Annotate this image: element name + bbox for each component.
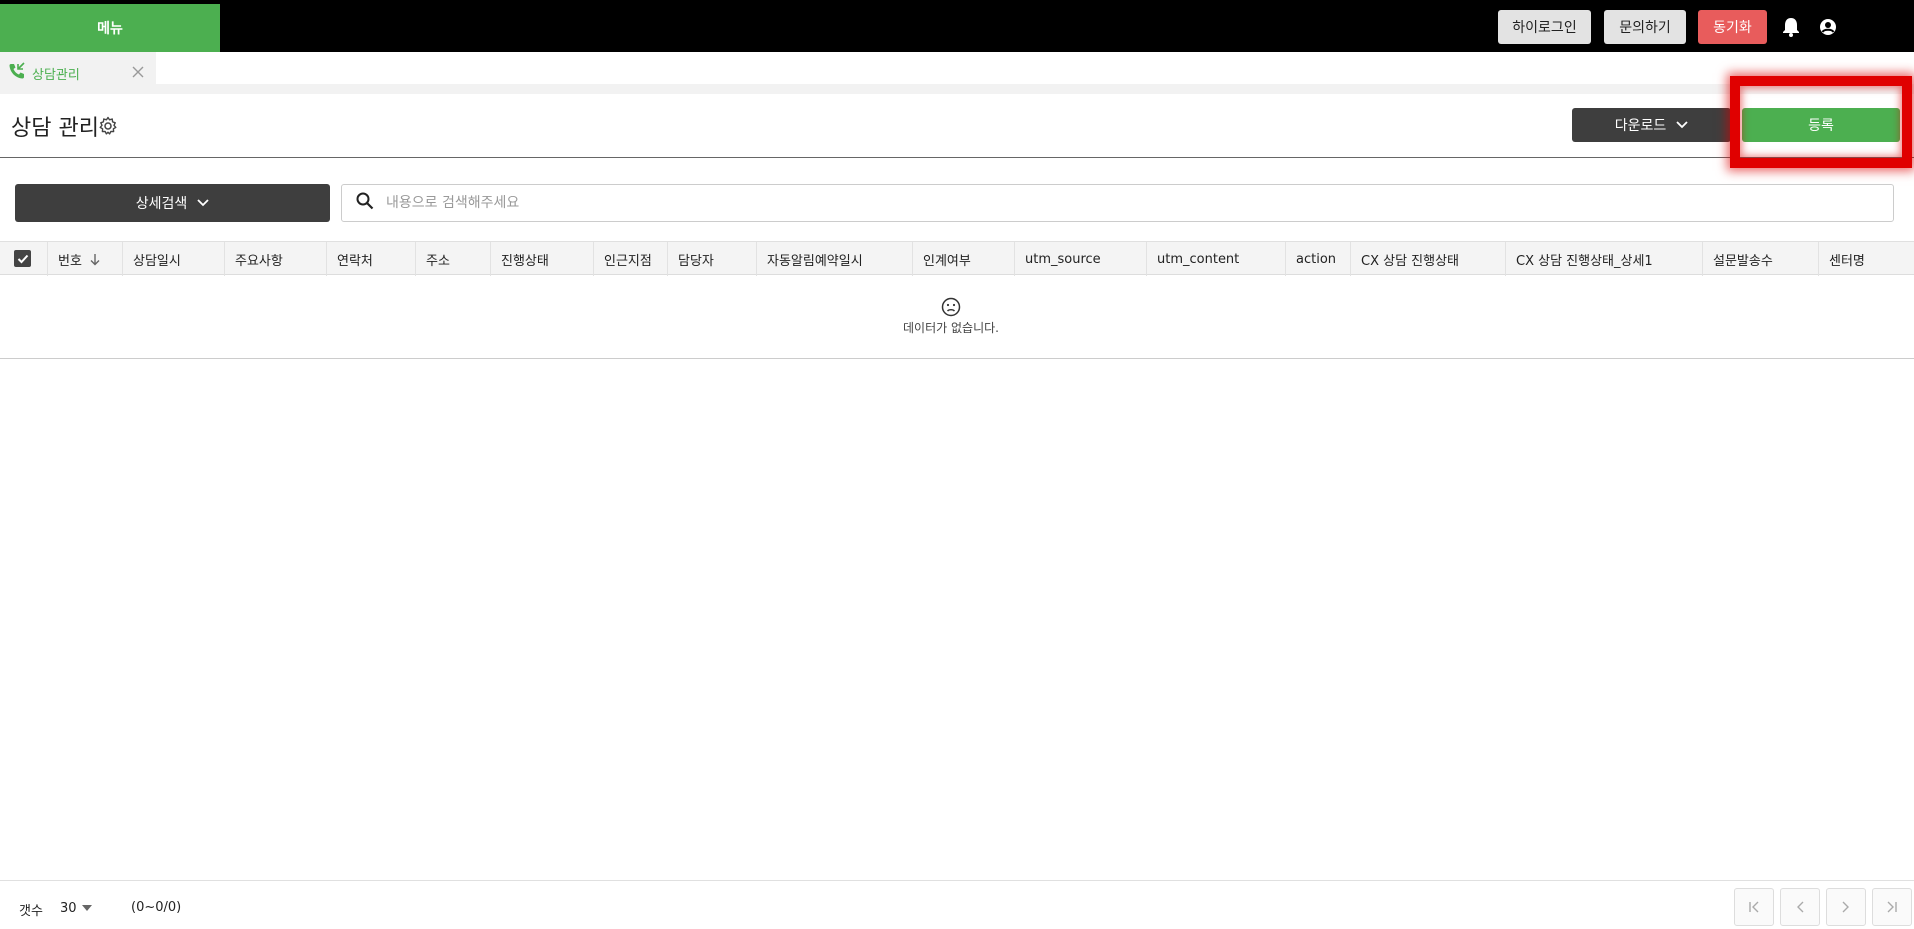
column-header-cx-status-detail1[interactable]: CX 상담 진행상태_상세1	[1506, 242, 1703, 276]
table-header: 번호 상담일시 주요사항 연락처 주소 진행상태 인근지점 담당자 자동알림예약…	[0, 241, 1914, 276]
last-page-button[interactable]	[1872, 888, 1912, 926]
page-size-label: 갯수	[19, 904, 43, 919]
first-page-icon	[1748, 901, 1760, 913]
menu-button[interactable]: 메뉴	[0, 4, 220, 52]
column-header-survey-count[interactable]: 설문발송수	[1703, 242, 1819, 276]
select-all-cell	[0, 242, 48, 276]
column-header-utm-content[interactable]: utm_content	[1147, 242, 1286, 276]
chevron-left-icon	[1796, 901, 1804, 913]
user-account-icon[interactable]	[1816, 15, 1840, 39]
inquiry-button[interactable]: 문의하기	[1604, 10, 1686, 44]
chevron-down-icon	[1676, 117, 1688, 133]
chevron-right-icon	[1842, 901, 1850, 913]
hi-login-button[interactable]: 하이로그인	[1498, 10, 1591, 44]
first-page-button[interactable]	[1734, 888, 1774, 926]
select-all-checkbox[interactable]	[14, 250, 31, 267]
column-header-contact[interactable]: 연락처	[327, 242, 416, 276]
user-name	[1855, 17, 1903, 37]
record-range: (0~0/0)	[131, 900, 182, 915]
sync-button[interactable]: 동기화	[1698, 10, 1767, 44]
advanced-search-button[interactable]: 상세검색	[15, 184, 330, 222]
caret-down-icon	[81, 905, 92, 911]
column-header-cx-status[interactable]: CX 상담 진행상태	[1351, 242, 1506, 276]
table-empty-state: 데이터가 없습니다.	[0, 275, 1914, 359]
advanced-search-label: 상세검색	[135, 196, 188, 212]
column-header-consult-datetime[interactable]: 상담일시	[123, 242, 225, 276]
column-header-action[interactable]: action	[1286, 242, 1351, 276]
page-size-select[interactable]: 30	[60, 898, 96, 918]
column-header-center-name[interactable]: 센터명	[1819, 242, 1914, 276]
column-header-address[interactable]: 주소	[416, 242, 491, 276]
column-label: 번호	[58, 253, 82, 269]
page-size-value: 30	[60, 900, 77, 916]
search-icon	[356, 192, 374, 214]
column-header-progress-status[interactable]: 진행상태	[491, 242, 594, 276]
page-title: 상담 관리	[11, 116, 99, 141]
column-header-main-notes[interactable]: 주요사항	[225, 242, 327, 276]
pagination-footer: 갯수 30 (0~0/0)	[0, 880, 1914, 929]
tab-consult-management[interactable]: 상담관리	[0, 52, 156, 94]
sad-face-icon	[941, 297, 961, 317]
phone-callback-icon	[8, 62, 26, 84]
search-input[interactable]	[386, 195, 1786, 211]
column-header-number[interactable]: 번호	[48, 242, 123, 276]
page-header: 상담 관리 다운로드 등록	[0, 94, 1914, 158]
download-button[interactable]: 다운로드	[1572, 108, 1731, 142]
tab-strip-fill	[156, 52, 1914, 84]
bell-icon[interactable]	[1779, 15, 1803, 39]
column-header-utm-source[interactable]: utm_source	[1015, 242, 1147, 276]
column-header-handover[interactable]: 인계여부	[913, 242, 1015, 276]
sort-arrow-down-icon	[90, 253, 100, 266]
last-page-icon	[1886, 901, 1898, 913]
top-navigation-bar: 메뉴 하이로그인 문의하기 동기화	[0, 0, 1914, 52]
chevron-down-icon	[197, 195, 209, 211]
download-label: 다운로드	[1614, 118, 1667, 134]
gear-icon[interactable]	[98, 116, 118, 136]
highlight-annotation	[1730, 76, 1912, 168]
prev-page-button[interactable]	[1780, 888, 1820, 926]
search-box	[341, 184, 1894, 222]
empty-message: 데이터가 없습니다.	[903, 321, 999, 335]
close-icon[interactable]	[130, 64, 146, 80]
tab-label: 상담관리	[32, 67, 80, 83]
next-page-button[interactable]	[1826, 888, 1866, 926]
column-header-manager[interactable]: 담당자	[668, 242, 757, 276]
column-header-nearby-branch[interactable]: 인근지점	[594, 242, 668, 276]
column-header-auto-alert-schedule[interactable]: 자동알림예약일시	[757, 242, 913, 276]
